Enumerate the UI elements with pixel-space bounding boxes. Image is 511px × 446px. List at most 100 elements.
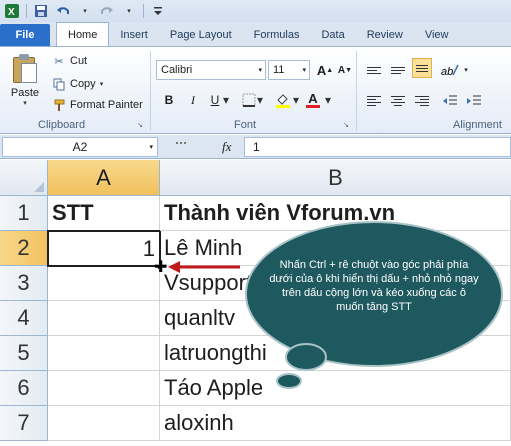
grow-font-icon[interactable]: A ▲ [316,61,334,79]
row-header-5[interactable]: 5 [0,336,48,371]
cell-a3[interactable] [48,266,160,301]
underline-dropdown-icon[interactable]: ▾ [222,91,230,109]
column-header-a[interactable]: A [48,160,160,196]
paste-button[interactable]: Paste ▾ [6,51,44,111]
copy-icon [52,77,66,91]
svg-text:X: X [8,7,15,18]
tab-home[interactable]: Home [56,22,110,46]
ribbon-home: Paste ▾ ✂ Cut Copy ▾ Format Painter Clip… [0,46,511,134]
save-icon[interactable] [33,3,49,19]
callout-tail-small [276,373,302,389]
tab-formulas[interactable]: Formulas [243,24,311,46]
paste-dropdown-icon[interactable]: ▾ [23,99,27,107]
formula-bar: A2 ▾ fx 1 [0,135,511,159]
paintbrush-icon [52,98,66,112]
shrink-font-icon[interactable]: A ▼ [336,61,354,79]
scissors-icon: ✂ [54,55,64,68]
svg-text:ab: ab [441,66,453,78]
align-bottom-icon[interactable] [412,58,432,78]
toolbar-divider [143,4,144,18]
cell-a2[interactable]: 1 [47,230,161,267]
tab-view[interactable]: View [414,24,460,46]
align-top-icon[interactable] [364,60,384,80]
paste-label: Paste [10,87,40,99]
row-header-6[interactable]: 6 [0,371,48,406]
tab-data[interactable]: Data [310,24,355,46]
tab-page-layout[interactable]: Page Layout [159,24,243,46]
chevron-down-icon: ▾ [149,144,153,151]
tab-review[interactable]: Review [356,24,414,46]
excel-logo-icon[interactable]: X [4,3,20,19]
font-color-letter: A [308,91,318,106]
name-box-value: A2 [72,140,88,154]
align-center-icon[interactable] [388,91,408,111]
cell-a1[interactable]: STT [48,196,160,231]
font-size-select[interactable]: 11 ▾ [268,60,310,80]
align-middle-icon[interactable] [388,60,408,80]
row-header-2[interactable]: 2 [0,231,48,266]
formula-bar-resize-handle[interactable] [176,142,186,144]
chevron-down-icon: ▾ [258,67,262,74]
increase-indent-icon[interactable] [464,91,484,111]
select-all-button[interactable] [0,160,48,196]
orientation-dropdown-icon[interactable]: ▾ [462,60,470,80]
column-header-b[interactable]: B [160,160,511,196]
quick-access-toolbar: X ▾ ▾ [0,0,511,22]
copy-dropdown-icon[interactable]: ▾ [100,80,104,88]
fill-color-dropdown-icon[interactable]: ▾ [292,91,300,109]
copy-button[interactable]: Copy ▾ [52,75,103,93]
font-color-button[interactable]: A [304,91,322,109]
cut-label: Cut [70,55,88,67]
cell-a7[interactable] [48,406,160,441]
customize-toolbar-icon[interactable] [150,3,166,19]
callout-text: Nhấn Ctrl + rê chuột vào góc phải phía d… [269,259,479,313]
italic-button[interactable]: I [184,91,202,109]
cell-a4[interactable] [48,301,160,336]
font-size-value: 11 [273,64,285,76]
fill-color-icon[interactable] [274,91,292,109]
chevron-down-icon: ▾ [302,67,306,74]
cell-a5[interactable] [48,336,160,371]
name-box[interactable]: A2 ▾ [2,137,158,157]
annotation-arrow [168,261,240,273]
insert-function-button[interactable]: fx [222,139,231,155]
row-header-3[interactable]: 3 [0,266,48,301]
undo-icon[interactable] [55,3,71,19]
toolbar-divider [26,4,27,18]
font-family-select[interactable]: Calibri ▾ [156,60,266,80]
font-launcher-icon[interactable]: ↘ [342,121,350,129]
orientation-icon[interactable]: ab [440,60,460,80]
clipboard-group-label: Clipboard [38,119,86,131]
cell-a6[interactable] [48,371,160,406]
paste-icon [11,53,39,85]
align-right-icon[interactable] [412,91,432,111]
cell-b7[interactable]: aloxinh [160,406,511,441]
cut-button[interactable]: ✂ Cut [52,52,87,70]
tab-insert[interactable]: Insert [109,24,159,46]
formula-input[interactable]: 1 [244,137,511,157]
redo-dropdown-icon[interactable]: ▾ [121,3,137,19]
copy-label: Copy [70,78,96,90]
align-left-icon[interactable] [364,91,384,111]
font-color-dropdown-icon[interactable]: ▾ [324,91,332,109]
undo-dropdown-icon[interactable]: ▾ [77,3,93,19]
group-divider [356,51,357,131]
format-painter-label: Format Painter [70,99,143,111]
row-header-1[interactable]: 1 [0,196,48,231]
group-divider [150,51,151,131]
borders-dropdown-icon[interactable]: ▾ [256,91,264,109]
arrow-head [168,261,180,273]
clipboard-launcher-icon[interactable]: ↘ [136,121,144,129]
row-header-7[interactable]: 7 [0,406,48,441]
callout-tail-large [285,343,327,371]
decrease-indent-icon[interactable] [440,91,460,111]
redo-icon[interactable] [99,3,115,19]
tab-file[interactable]: File [0,24,50,46]
row-header-4[interactable]: 4 [0,301,48,336]
ribbon-tabs: File Home Insert Page Layout Formulas Da… [0,22,511,46]
format-painter-button[interactable]: Format Painter [52,96,143,114]
bold-button[interactable]: B [160,91,178,109]
font-group-label: Font [234,119,257,131]
font-family-value: Calibri [161,64,193,76]
alignment-group-label: Alignment [453,119,502,131]
